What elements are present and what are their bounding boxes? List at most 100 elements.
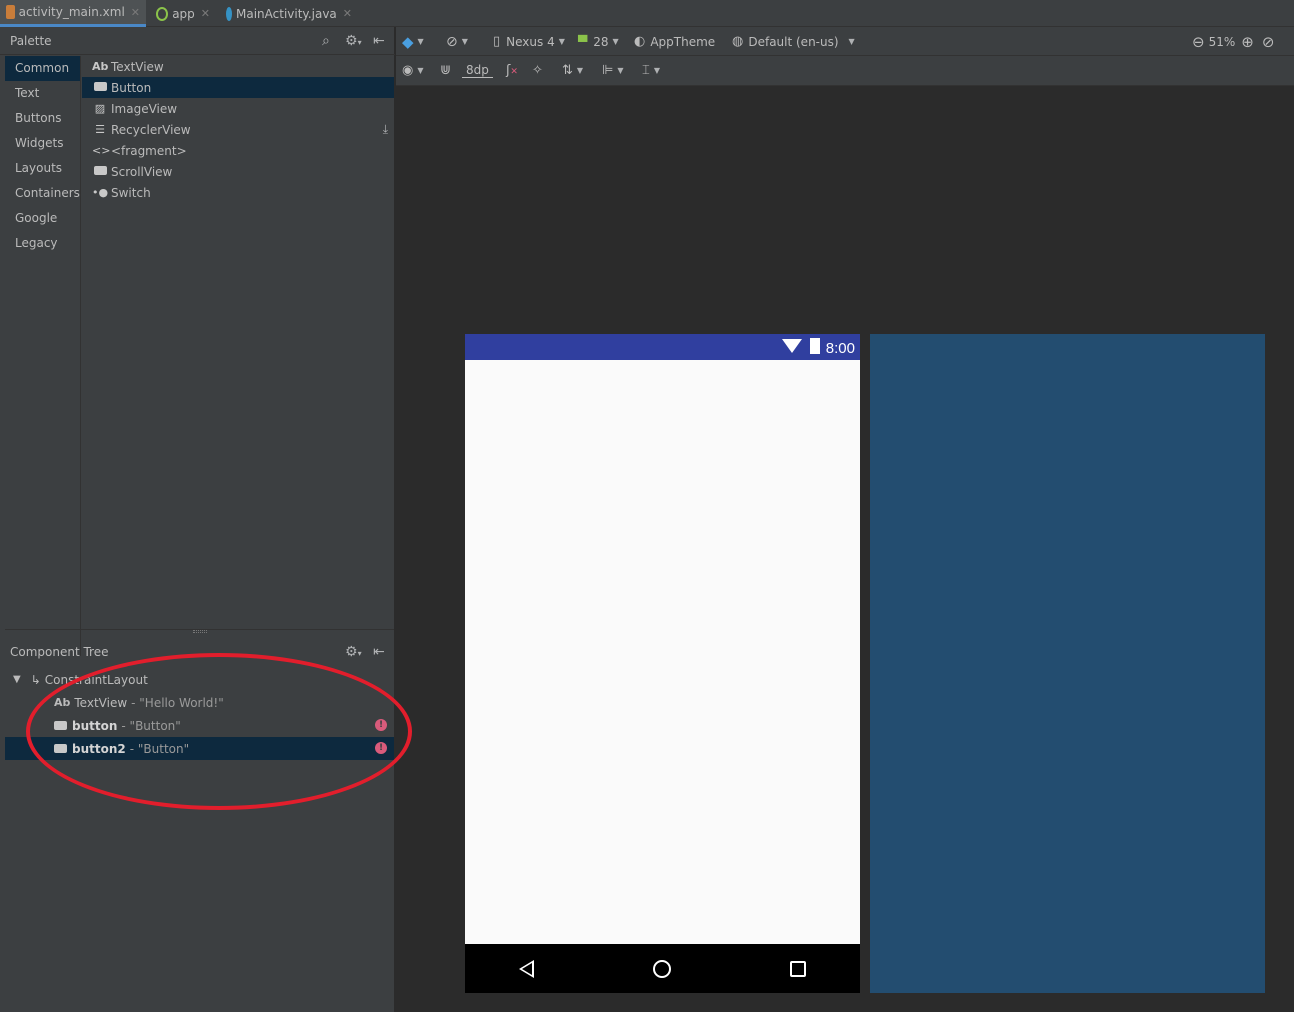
back-icon-inner bbox=[522, 963, 532, 975]
error-icon[interactable]: ! bbox=[375, 742, 387, 754]
component-tree-header: Component Tree ⚙▾ ⇤ bbox=[5, 637, 394, 667]
category-text[interactable]: Text bbox=[5, 81, 80, 106]
rotate-icon: ⊘ bbox=[446, 33, 458, 50]
tab-mainactivity-java[interactable]: MainActivity.java ✕ bbox=[220, 0, 358, 27]
view-options-button[interactable]: ◉ ▼ bbox=[402, 56, 424, 85]
close-icon[interactable]: ✕ bbox=[343, 7, 352, 20]
clear-constraints-button[interactable]: ʃ✕ bbox=[506, 56, 518, 85]
theme-icon: ◐ bbox=[634, 34, 646, 49]
close-icon[interactable]: ✕ bbox=[131, 6, 140, 19]
magic-wand-icon: ✧ bbox=[532, 63, 543, 78]
autoconnect-toggle[interactable]: ⋓ bbox=[440, 56, 451, 85]
palette-item-imageview[interactable]: ▨ ImageView bbox=[82, 98, 394, 119]
tab-label: activity_main.xml bbox=[18, 5, 125, 19]
category-layouts[interactable]: Layouts bbox=[5, 156, 80, 181]
device-selector[interactable]: ▯ Nexus 4 ▼ bbox=[493, 27, 565, 56]
category-buttons[interactable]: Buttons bbox=[5, 106, 80, 131]
tab-activity-main-xml[interactable]: activity_main.xml ✕ bbox=[0, 0, 146, 27]
palette-item-button[interactable]: Button bbox=[82, 77, 394, 98]
locale-selector[interactable]: ◍ Default (en-us) ▼ bbox=[732, 27, 855, 56]
tree-row[interactable]: button - "Button" ! bbox=[5, 714, 394, 737]
tab-app[interactable]: app ✕ bbox=[150, 0, 216, 27]
recents-icon bbox=[790, 961, 806, 977]
zoom-controls: ⊖ 51% ⊕ ⊘ bbox=[1192, 27, 1274, 56]
image-icon: ▨ bbox=[94, 102, 106, 115]
category-google[interactable]: Google bbox=[5, 206, 80, 231]
default-margin-button[interactable]: 8dp bbox=[462, 56, 493, 85]
palette-item-list: Ab TextView Button ▨ ImageView ☰ Recycle… bbox=[82, 56, 394, 656]
android-module-icon bbox=[156, 6, 169, 21]
close-icon[interactable]: ✕ bbox=[201, 7, 210, 20]
textview-icon: Ab bbox=[54, 696, 71, 709]
gear-icon[interactable]: ⚙▾ bbox=[345, 644, 362, 660]
gear-icon[interactable]: ⚙▾ bbox=[345, 33, 362, 49]
search-icon[interactable]: ⌕ bbox=[322, 33, 330, 49]
tree-row[interactable]: Ab TextView - "Hello World!" bbox=[5, 691, 394, 714]
category-widgets[interactable]: Widgets bbox=[5, 131, 80, 156]
globe-icon: ◍ bbox=[732, 34, 744, 49]
palette-title: Palette bbox=[10, 33, 52, 48]
category-common[interactable]: Common bbox=[5, 56, 80, 81]
home-icon bbox=[653, 960, 671, 978]
palette-category-list: Common Text Buttons Widgets Layouts Cont… bbox=[5, 56, 81, 656]
palette-item-label: Switch bbox=[111, 185, 151, 200]
button-icon bbox=[54, 742, 67, 756]
zoom-in-icon[interactable]: ⊕ bbox=[1241, 33, 1254, 51]
align-left-icon: ⊫ bbox=[602, 63, 614, 78]
tree-row-detail: - "Button" bbox=[129, 741, 190, 756]
guidelines-button[interactable]: ⌶ ▼ bbox=[642, 56, 660, 85]
tree-root-label: ConstraintLayout bbox=[44, 672, 148, 687]
tree-row[interactable]: button2 - "Button" ! bbox=[5, 737, 394, 760]
hide-panel-icon[interactable]: ⇤ bbox=[373, 644, 385, 660]
palette-item-fragment[interactable]: <> <fragment> bbox=[82, 140, 394, 161]
list-icon: ☰ bbox=[95, 123, 105, 136]
button-icon bbox=[54, 719, 67, 733]
palette-item-textview[interactable]: Ab TextView bbox=[82, 56, 394, 77]
pack-button[interactable]: ⇅ ▼ bbox=[562, 56, 583, 85]
palette-header: Palette ⌕ ⚙▾ ⇤ bbox=[0, 27, 395, 55]
theme-selector[interactable]: ◐ AppTheme bbox=[634, 27, 715, 56]
expand-arrow-icon[interactable]: ▼ bbox=[13, 674, 21, 685]
api-selector[interactable]: ▀ 28 ▼ bbox=[578, 27, 619, 56]
category-legacy[interactable]: Legacy bbox=[5, 231, 80, 256]
status-bar: 8:00 bbox=[465, 334, 860, 360]
palette-item-label: <fragment> bbox=[111, 143, 187, 158]
zoom-label: 51% bbox=[1208, 34, 1236, 49]
guideline-icon: ⌶ bbox=[642, 63, 650, 78]
download-icon[interactable]: ⤓ bbox=[383, 122, 388, 137]
palette-item-recyclerview[interactable]: ☰ RecyclerView ⤓ bbox=[82, 119, 394, 140]
blueprint-preview[interactable] bbox=[870, 334, 1265, 993]
category-containers[interactable]: Containers bbox=[5, 181, 80, 206]
locale-label: Default (en-us) bbox=[748, 34, 839, 49]
zoom-to-fit-icon[interactable]: ⊘ bbox=[1262, 33, 1275, 51]
constraint-layout-icon: ↳ bbox=[30, 672, 41, 687]
design-preview[interactable]: 8:00 bbox=[465, 334, 860, 993]
error-icon[interactable]: ! bbox=[375, 719, 387, 731]
design-canvas[interactable]: 8:00 bbox=[396, 87, 1294, 1012]
magnet-off-icon: ⋓ bbox=[440, 63, 451, 78]
code-icon: <> bbox=[92, 144, 111, 157]
tree-row-name: button bbox=[72, 718, 118, 733]
pack-icon: ⇅ bbox=[562, 63, 573, 78]
tree-row-root[interactable]: ▼ ↳ ConstraintLayout bbox=[5, 668, 394, 691]
zoom-out-icon[interactable]: ⊖ bbox=[1192, 33, 1205, 51]
status-time: 8:00 bbox=[825, 340, 855, 357]
design-surface-button[interactable]: ◆ ▼ bbox=[402, 27, 424, 56]
margin-label: 8dp bbox=[462, 63, 493, 78]
tree-row-name: TextView bbox=[74, 695, 128, 710]
clear-constraints-icon: ʃ✕ bbox=[506, 63, 518, 78]
java-class-icon bbox=[226, 6, 232, 21]
palette-item-switch[interactable]: •● Switch bbox=[82, 182, 394, 203]
panel-splitter[interactable] bbox=[5, 629, 394, 635]
tree-row-detail: - "Hello World!" bbox=[131, 695, 224, 710]
layers-icon: ◆ bbox=[402, 32, 414, 51]
wifi-icon bbox=[782, 339, 802, 353]
textview-icon: Ab bbox=[92, 60, 109, 73]
orientation-button[interactable]: ⊘ ▼ bbox=[446, 27, 468, 56]
layout-file-icon bbox=[6, 5, 15, 19]
align-button[interactable]: ⊫ ▼ bbox=[602, 56, 623, 85]
palette-item-scrollview[interactable]: ScrollView bbox=[82, 161, 394, 182]
infer-constraints-button[interactable]: ✧ bbox=[532, 56, 543, 85]
hide-panel-icon[interactable]: ⇤ bbox=[373, 33, 385, 49]
palette-item-label: TextView bbox=[111, 59, 164, 74]
